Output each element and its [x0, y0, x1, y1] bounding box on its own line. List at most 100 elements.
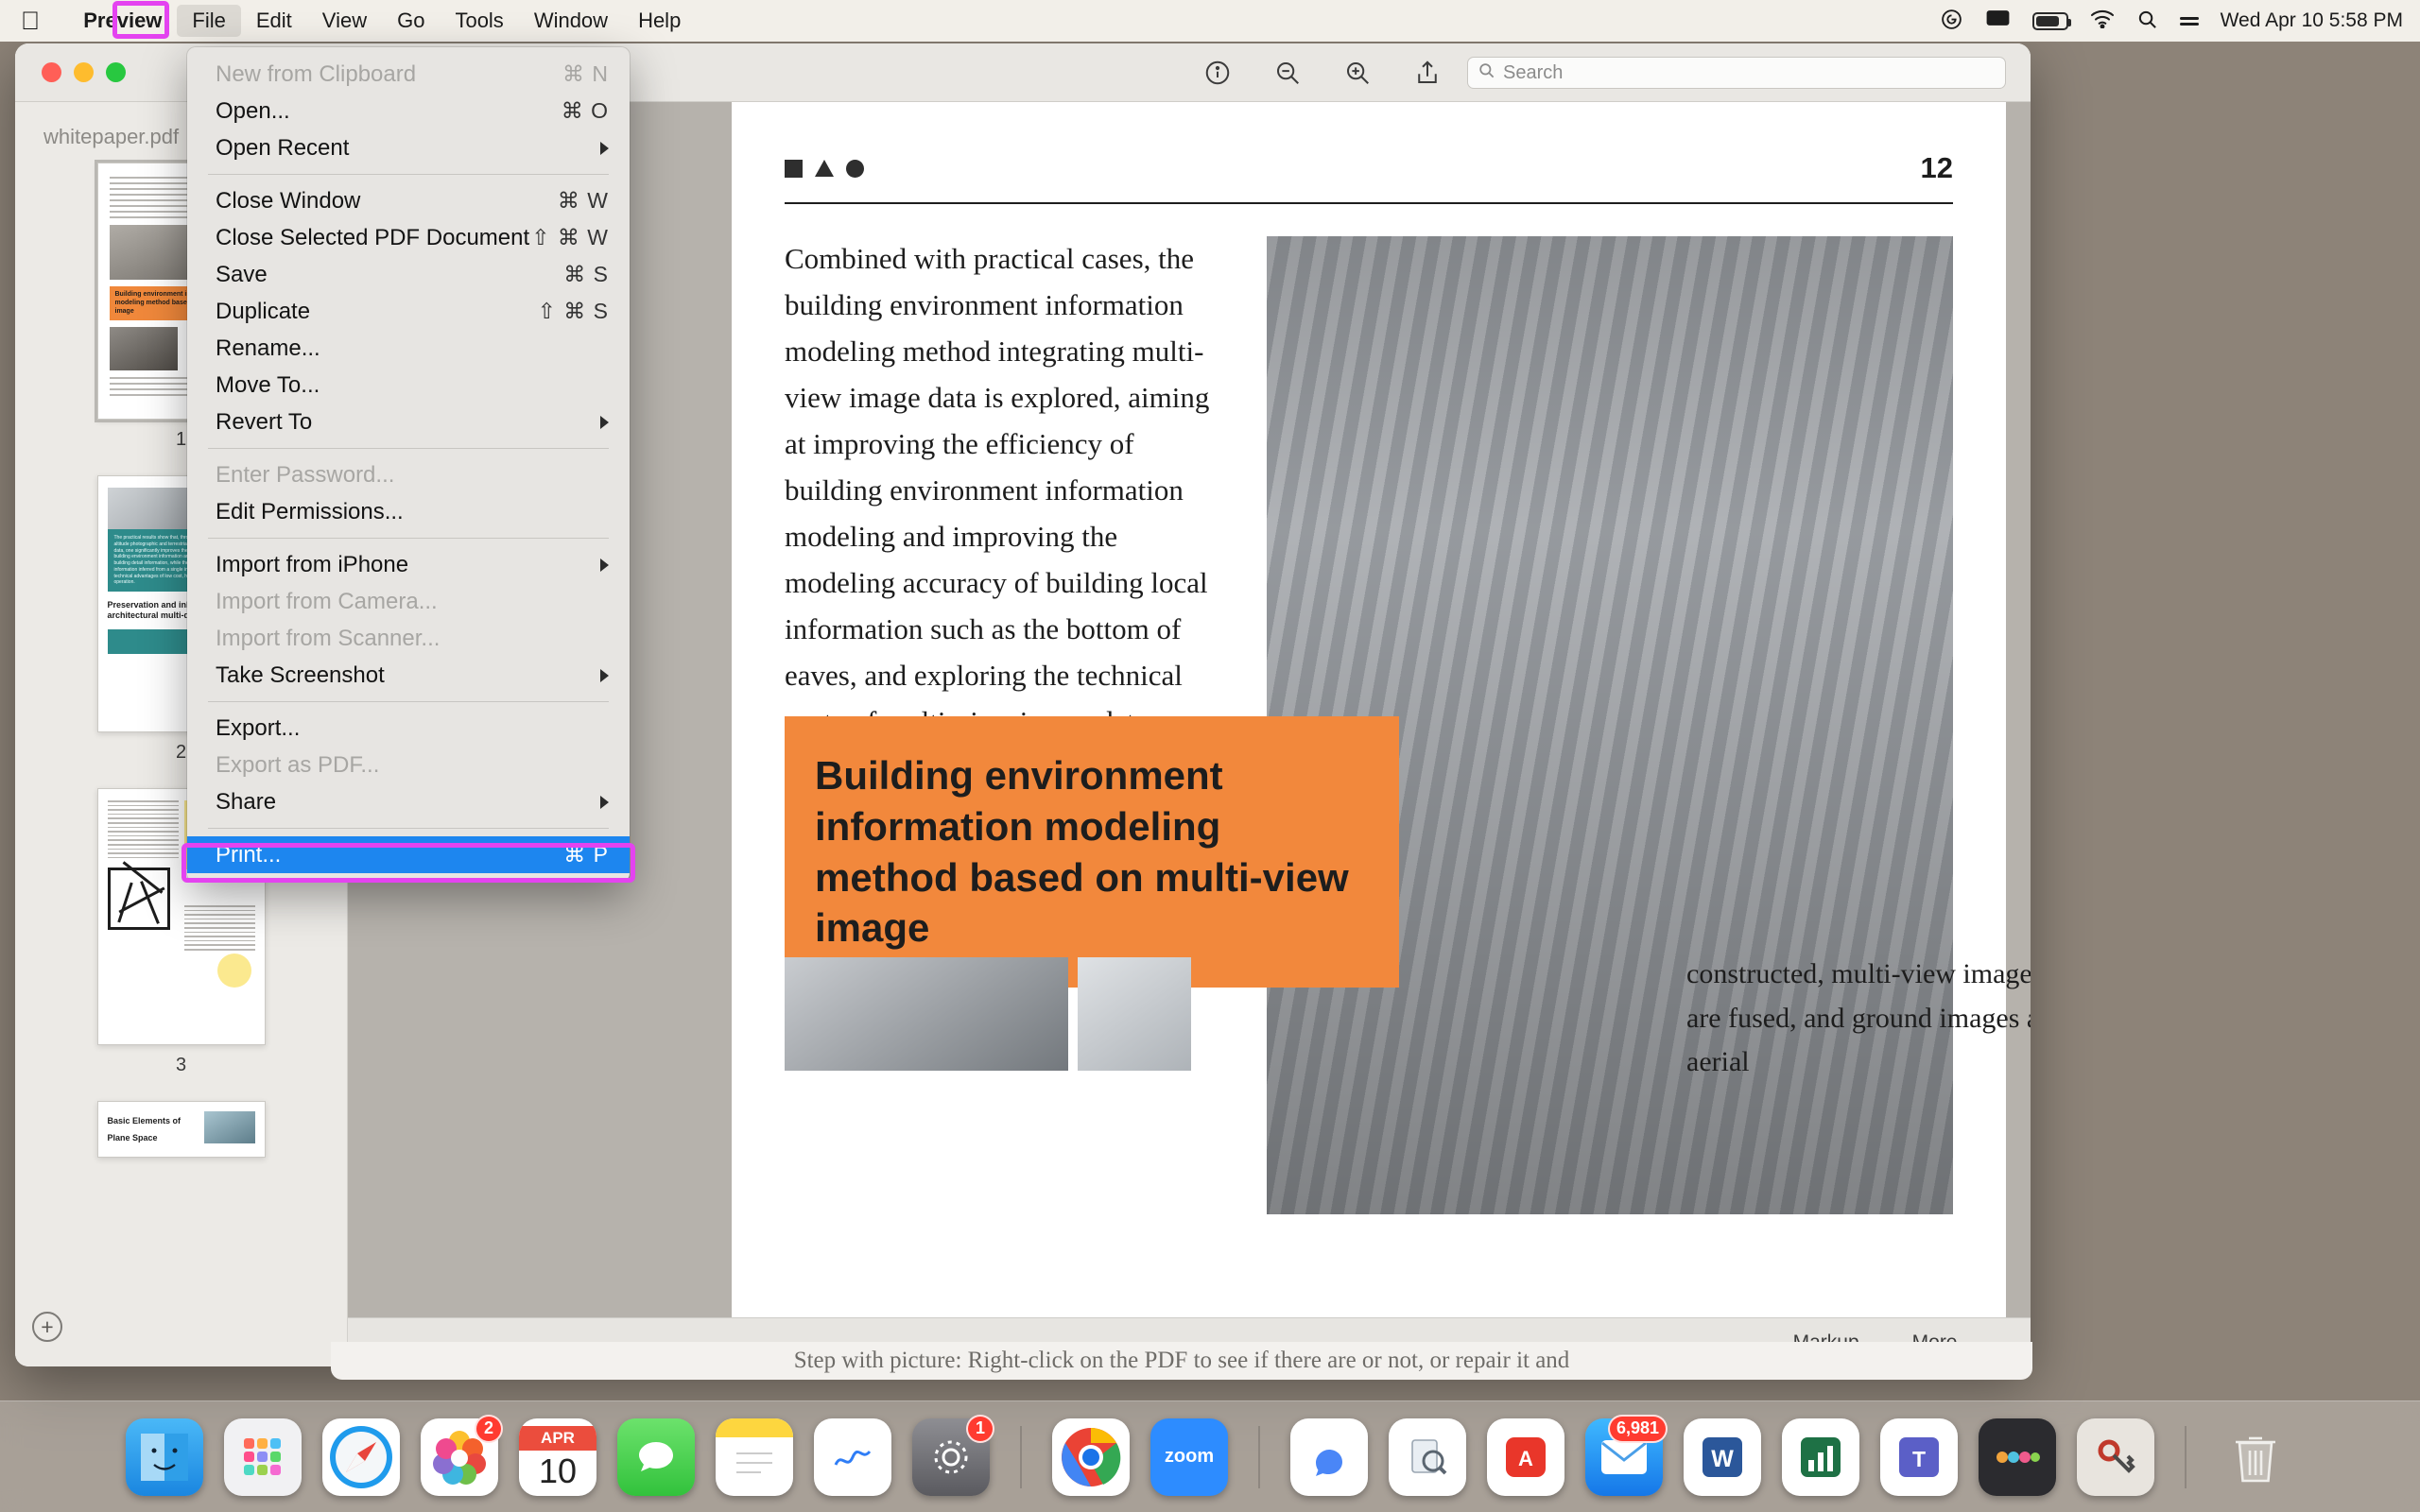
dock-app-keychain-access[interactable] [2077, 1418, 2154, 1496]
menu-item-import-from-iphone[interactable]: Import from iPhone [187, 546, 630, 583]
apple-logo-icon[interactable]:  [21, 8, 40, 34]
menu-item-close-selected-pdf-document[interactable]: Close Selected PDF Document ⇧ ⌘ W [187, 219, 630, 256]
dock-app-microsoft-word[interactable]: W [1684, 1418, 1761, 1496]
pdf-page: 12 Combined with practical cases, the bu… [732, 102, 2031, 1366]
decorative-shapes [785, 159, 864, 178]
battery-icon[interactable] [2031, 11, 2071, 30]
dock-app-slack-like[interactable] [1290, 1418, 1368, 1496]
menu-item-print[interactable]: Print... ⌘ P [187, 836, 630, 873]
menu-item-duplicate[interactable]: Duplicate ⇧ ⌘ S [187, 293, 630, 330]
submenu-arrow-icon [600, 415, 609, 429]
menubar-item-help[interactable]: Help [623, 5, 696, 37]
dock-app-zoom[interactable]: zoom [1150, 1418, 1228, 1496]
submenu-arrow-icon [600, 141, 609, 155]
menubar-clock[interactable]: Wed Apr 10 5:58 PM [2221, 9, 2403, 32]
zoom-button[interactable] [106, 62, 126, 82]
menu-separator [208, 701, 609, 702]
menu-item-export[interactable]: Export... [187, 710, 630, 747]
minimize-button[interactable] [74, 62, 94, 82]
control-center-icon[interactable] [2179, 16, 2199, 26]
page-header: 12 [785, 151, 1953, 185]
dock-app-messages[interactable] [617, 1418, 695, 1496]
file-dropdown-menu[interactable]: New from Clipboard ⌘ N Open... ⌘ O Open … [187, 47, 630, 882]
mail-badge: 6,981 [1607, 1414, 1668, 1443]
menu-separator [208, 448, 609, 449]
zoom-in-icon[interactable] [1341, 57, 1374, 89]
dock-app-trash[interactable] [2217, 1418, 2294, 1496]
search-placeholder: Search [1503, 61, 1564, 83]
dock-app-notes[interactable] [716, 1418, 793, 1496]
circle-icon [846, 159, 864, 178]
menu-item-save[interactable]: Save ⌘ S [187, 256, 630, 293]
wifi-icon[interactable] [2090, 9, 2115, 32]
menu-shortcut: ⇧ ⌘ S [537, 299, 609, 323]
menu-item-enter-password: Enter Password... [187, 456, 630, 493]
screen-mirroring-icon[interactable] [1985, 9, 2011, 33]
menu-label: Export... [216, 714, 301, 741]
thumb3-yellow-dot [216, 954, 251, 988]
dock-separator [1020, 1425, 1022, 1488]
menu-item-take-screenshot[interactable]: Take Screenshot [187, 657, 630, 694]
menu-separator [208, 174, 609, 175]
dock-app-safari[interactable] [322, 1418, 400, 1496]
dock-app-launchpad[interactable] [224, 1418, 302, 1496]
dock-app-preview[interactable] [1389, 1418, 1466, 1496]
menu-item-revert-to[interactable]: Revert To [187, 404, 630, 440]
info-icon[interactable] [1201, 57, 1234, 89]
dock-app-microsoft-excel[interactable] [1782, 1418, 1859, 1496]
thumb3-left-column [107, 800, 179, 1033]
menubar-item-tools[interactable]: Tools [440, 5, 518, 37]
dock-app-calendar[interactable]: APR 10 [519, 1418, 596, 1496]
thumb3-right-text [183, 905, 255, 951]
menu-item-close-window[interactable]: Close Window ⌘ W [187, 182, 630, 219]
menu-shortcut: ⌘ N [562, 61, 609, 86]
menu-label: Close Selected PDF Document [216, 224, 530, 250]
menubar-item-file[interactable]: File [177, 5, 241, 37]
dock-app-google-chrome[interactable] [1052, 1418, 1130, 1496]
menubar-item-view[interactable]: View [307, 5, 382, 37]
menu-label: Open Recent [216, 134, 350, 161]
menu-label: Take Screenshot [216, 662, 385, 688]
menubar-item-edit[interactable]: Edit [241, 5, 307, 37]
dock-app-mail[interactable]: 6,981 [1585, 1414, 1668, 1496]
menu-label: Close Window [216, 187, 361, 214]
page-orange-heading: Building environment information modelin… [785, 716, 1399, 988]
menu-item-share[interactable]: Share [187, 783, 630, 820]
menu-item-move-to[interactable]: Move To... [187, 367, 630, 404]
menu-item-edit-permissions[interactable]: Edit Permissions... [187, 493, 630, 530]
dock-app-keynote-dark[interactable] [1979, 1418, 2056, 1496]
menu-label: Import from iPhone [216, 551, 409, 577]
menu-item-new-from-clipboard: New from Clipboard ⌘ N [187, 56, 630, 93]
add-page-button[interactable]: + [32, 1312, 62, 1342]
thumb4-image [203, 1111, 255, 1143]
grammarly-icon[interactable] [1940, 8, 1963, 35]
menu-item-rename[interactable]: Rename... [187, 330, 630, 367]
share-icon[interactable] [1411, 57, 1443, 89]
macos-dock[interactable]: 2 APR 10 1 zoom A 6,981 W T [0, 1400, 2420, 1512]
dock-app-microsoft-teams[interactable]: T [1880, 1418, 1958, 1496]
menubar-item-window[interactable]: Window [519, 5, 623, 37]
triangle-icon [815, 160, 834, 177]
thumbnail-item-4[interactable]: Basic Elements of Plane Space [15, 1101, 347, 1158]
dock-app-photos[interactable]: 2 [421, 1414, 503, 1496]
traffic-lights [15, 62, 126, 82]
background-window-text: Step with picture: Right-click on the PD… [793, 1348, 1570, 1373]
menu-label: Move To... [216, 371, 320, 398]
dock-app-adobe-acrobat[interactable]: A [1487, 1418, 1564, 1496]
dock-app-finder[interactable] [126, 1418, 203, 1496]
zoom-out-icon[interactable] [1271, 57, 1304, 89]
menu-shortcut: ⌘ S [563, 262, 609, 286]
submenu-arrow-icon [600, 795, 609, 809]
menubar-item-go[interactable]: Go [382, 5, 440, 37]
menu-label: Open... [216, 97, 290, 124]
spotlight-search-icon[interactable] [2136, 9, 2158, 34]
search-input[interactable]: Search [1467, 57, 2006, 89]
dock-app-freeform[interactable] [814, 1418, 891, 1496]
page-thumbnail-4[interactable]: Basic Elements of Plane Space [96, 1101, 266, 1158]
page-number-3: 3 [175, 1055, 187, 1075]
menu-item-open[interactable]: Open... ⌘ O [187, 93, 630, 129]
menu-item-open-recent[interactable]: Open Recent [187, 129, 630, 166]
bottom-photo-2 [1078, 957, 1191, 1071]
dock-app-system-settings[interactable]: 1 [912, 1414, 994, 1496]
close-button[interactable] [42, 62, 61, 82]
